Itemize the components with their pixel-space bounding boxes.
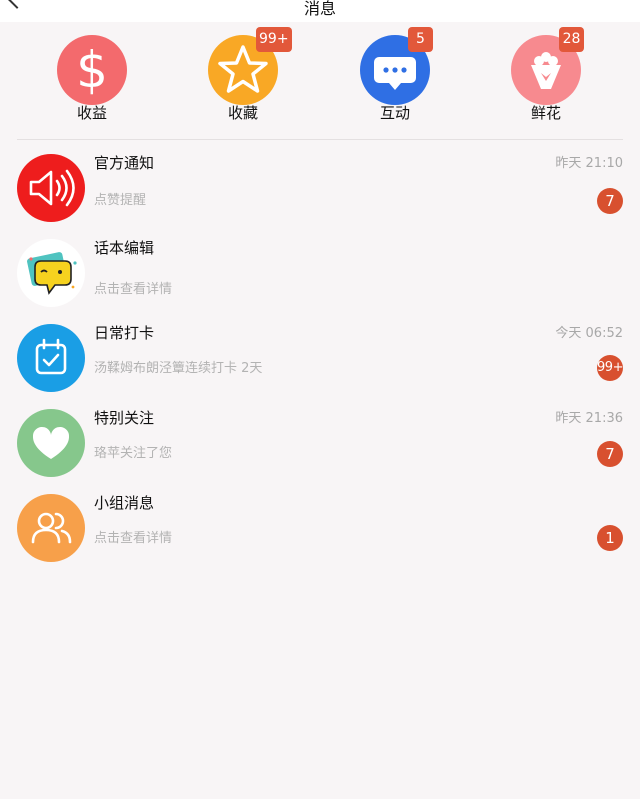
category-flowers[interactable]: 28 鲜花 — [501, 27, 591, 127]
top-bar: 消息 — [0, 0, 640, 22]
category-label: 收藏 — [227, 104, 258, 122]
group-icon — [17, 494, 85, 562]
message-row-checkin[interactable]: 日常打卡 今天 06:52 汤鞣姆布朗泾簟连续打卡 2天 99+ — [0, 313, 640, 398]
category-favorites[interactable]: 99+ 收藏 — [198, 27, 292, 127]
chat-mascot-icon — [17, 239, 85, 307]
category-badge: 99+ — [256, 27, 292, 52]
message-title: 特别关注 — [94, 409, 155, 427]
message-preview: 珞苹关注了您 — [94, 446, 173, 461]
unread-count-badge: 99+ — [597, 355, 623, 381]
message-title: 日常打卡 — [94, 324, 155, 342]
svg-text:$: $ — [76, 41, 108, 99]
category-badge: 5 — [408, 27, 433, 52]
category-label: 鲜花 — [530, 104, 561, 122]
message-row-editor[interactable]: 话本编辑 点击查看详情 — [0, 228, 640, 313]
message-title: 官方通知 — [94, 154, 155, 172]
message-preview: 点赞提醒 — [94, 193, 147, 208]
calendar-check-icon — [17, 324, 85, 392]
message-time: 昨天 21:36 — [555, 411, 623, 426]
category-row: $ 收益 99+ 收藏 5 互动 28 鲜花 — [0, 27, 640, 127]
category-badge: 28 — [559, 27, 584, 52]
message-preview: 汤鞣姆布朗泾簟连续打卡 2天 — [94, 361, 263, 376]
unread-count-badge: 1 — [597, 525, 623, 551]
message-time: 今天 06:52 — [555, 326, 623, 341]
message-row-group[interactable]: 小组消息 点击查看详情 1 — [0, 483, 640, 568]
message-title: 小组消息 — [94, 494, 155, 512]
unread-count-badge: 7 — [597, 441, 623, 467]
message-row-follow[interactable]: 特别关注 昨天 21:36 珞苹关注了您 7 — [0, 398, 640, 483]
message-preview: 点击查看详情 — [94, 282, 173, 297]
divider — [17, 139, 623, 140]
dollar-icon: $ — [57, 35, 127, 105]
category-label: 互动 — [379, 104, 410, 122]
category-interaction[interactable]: 5 互动 — [350, 27, 440, 127]
unread-count-badge: 7 — [597, 188, 623, 214]
page-title: 消息 — [303, 0, 336, 18]
message-time: 昨天 21:10 — [555, 156, 623, 171]
category-earnings[interactable]: $ 收益 — [47, 35, 137, 127]
message-preview: 点击查看详情 — [94, 531, 173, 546]
heart-icon — [17, 409, 85, 477]
category-label: 收益 — [76, 104, 107, 122]
message-title: 话本编辑 — [94, 239, 155, 257]
speaker-icon — [17, 154, 85, 222]
message-row-official[interactable]: 官方通知 昨天 21:10 点赞提醒 7 — [0, 143, 640, 228]
